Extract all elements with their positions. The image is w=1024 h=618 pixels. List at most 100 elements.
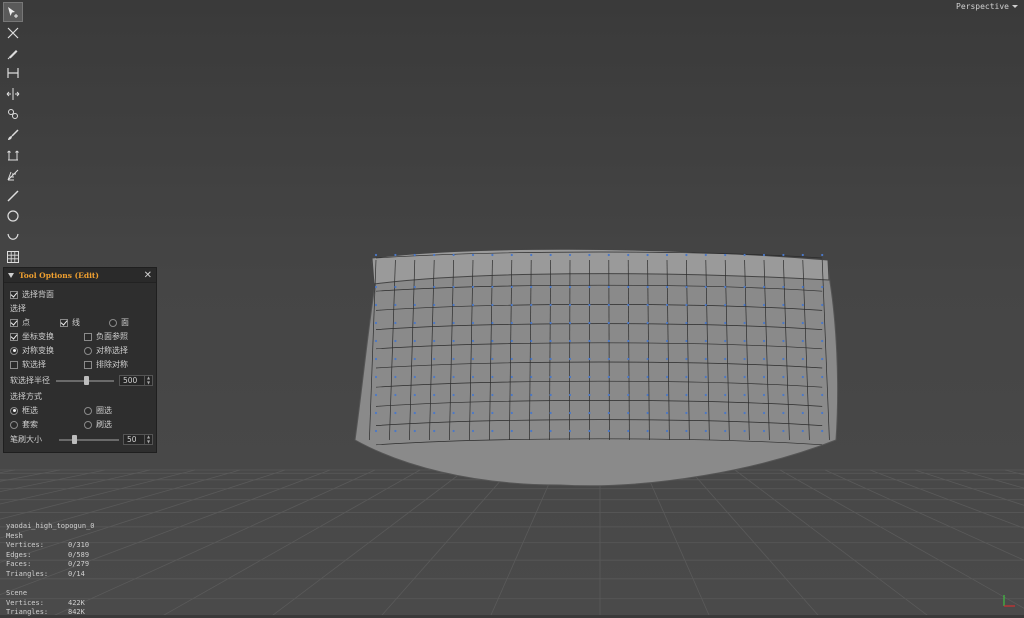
mesh-vertex	[374, 285, 378, 289]
panel-title: Tool Options (Edit)	[19, 270, 99, 280]
soft-select-checkbox[interactable]	[10, 360, 18, 369]
mesh-vertex	[413, 285, 416, 289]
mesh-vertex	[491, 303, 494, 307]
mesh-vertex	[762, 357, 766, 361]
line-label: 线	[72, 318, 80, 327]
lasso-select-radio[interactable]	[84, 406, 92, 415]
extrude-icon	[7, 150, 19, 161]
mesh-vertex	[762, 303, 766, 307]
select-tool-button[interactable]	[3, 2, 23, 23]
brush-size-input[interactable]: 50 ▲ ▼	[123, 434, 153, 445]
circle-tool-button[interactable]	[3, 206, 23, 226]
symmetric-transform-option[interactable]: 对称变换	[10, 345, 54, 356]
mesh-vertex	[394, 285, 397, 289]
brush-tool-button[interactable]	[3, 124, 23, 144]
collapse-triangle-icon[interactable]	[8, 272, 14, 278]
brush-size-slider[interactable]	[59, 439, 119, 441]
mesh-vertex	[801, 375, 804, 379]
triangles-stat: Triangles: 0/14	[6, 570, 95, 580]
mesh-vertex	[724, 321, 727, 325]
mesh-vertex	[374, 303, 378, 307]
negative-ref-option[interactable]: 负面参照	[84, 331, 128, 342]
symmetric-transform-radio[interactable]	[10, 346, 18, 355]
object-name-text: yaodai_high_topogun_0	[6, 522, 95, 530]
mesh-vertex	[607, 411, 610, 415]
face-radio[interactable]	[109, 318, 117, 327]
soft-radius-row: 软选择半径	[10, 375, 50, 386]
mesh-vertex	[452, 393, 455, 397]
line-checkbox[interactable]	[60, 318, 68, 327]
select-back-checkbox[interactable]	[10, 290, 18, 299]
grid-tool-button[interactable]	[3, 247, 23, 267]
mesh-vertex	[782, 429, 785, 433]
mesh-vertex	[568, 321, 572, 325]
brush-size-slider-thumb[interactable]	[72, 435, 77, 444]
exclude-symmetry-option[interactable]: 排除对称	[84, 359, 128, 370]
mesh-vertex	[646, 285, 649, 289]
mesh-vertex	[665, 429, 669, 433]
mesh-vertex	[762, 411, 766, 415]
extrude-tool-button[interactable]	[3, 145, 23, 165]
mesh-vertex	[452, 321, 455, 325]
mesh-vertex	[549, 411, 552, 415]
coord-transform-checkbox[interactable]	[10, 332, 18, 341]
mesh-vertex	[510, 285, 513, 289]
camera-dropdown[interactable]: Perspective	[956, 2, 1018, 11]
mesh-vertex	[801, 303, 804, 307]
mesh-vertex	[471, 375, 475, 379]
lasso-select-option[interactable]: 圈选	[84, 405, 112, 416]
soft-radius-input[interactable]: 500 ▲ ▼	[119, 375, 153, 386]
mesh-vertex	[568, 357, 572, 361]
exclude-symmetry-checkbox[interactable]	[84, 360, 92, 369]
mesh-vertex	[471, 253, 475, 257]
symmetric-select-radio[interactable]	[84, 346, 92, 355]
draw-tool-button[interactable]	[3, 43, 23, 63]
mesh-vertex	[743, 303, 746, 307]
point-option[interactable]: 点	[10, 317, 30, 328]
mesh-vertex	[627, 285, 630, 289]
mesh-vertex	[685, 321, 688, 325]
soft-radius-value: 500	[123, 376, 138, 385]
point-checkbox[interactable]	[10, 318, 18, 327]
split-tool-button[interactable]	[3, 84, 23, 104]
mesh-vertex	[782, 321, 785, 325]
line-option[interactable]: 线	[60, 317, 80, 328]
loop-tool-button[interactable]	[3, 104, 23, 124]
close-icon[interactable]: ✕	[144, 270, 152, 281]
mesh-vertex	[588, 375, 591, 379]
select-back-option[interactable]: 选择背面	[10, 289, 54, 300]
scene-triangles-value: 842K	[68, 608, 85, 617]
mesh-vertex	[704, 339, 707, 343]
transform-tool-button[interactable]	[3, 22, 23, 42]
mesh-vertex	[821, 321, 824, 325]
curve-tool-button[interactable]	[3, 226, 23, 246]
bridge-tool-button[interactable]	[3, 63, 23, 83]
mesh-vertex	[413, 357, 416, 361]
mesh-vertex	[801, 429, 804, 433]
box-select-radio[interactable]	[10, 406, 18, 415]
tool-options-header[interactable]: Tool Options (Edit) ✕	[4, 268, 156, 283]
set-select-radio[interactable]	[10, 420, 18, 429]
soft-radius-slider-thumb[interactable]	[84, 376, 89, 385]
knife-tool-button[interactable]	[3, 186, 23, 206]
paint-select-radio[interactable]	[84, 420, 92, 429]
set-select-option[interactable]: 套索	[10, 419, 38, 430]
spin-arrows-icon[interactable]: ▲ ▼	[144, 375, 152, 385]
soft-select-option[interactable]: 软选择	[10, 359, 46, 370]
symmetric-select-option[interactable]: 对称选择	[84, 345, 128, 356]
split-arrows-icon	[6, 87, 20, 100]
mesh-model[interactable]	[354, 248, 839, 487]
cone-tool-button[interactable]	[3, 165, 23, 185]
mesh-vertex	[627, 411, 630, 415]
box-select-option[interactable]: 框选	[10, 405, 38, 416]
mesh-vertex	[549, 285, 552, 289]
coord-transform-option[interactable]: 坐标变换	[10, 331, 54, 342]
soft-radius-label: 软选择半径	[10, 376, 50, 385]
spin-arrows-icon[interactable]: ▲ ▼	[144, 434, 152, 444]
mesh-vertex	[433, 253, 436, 257]
mesh-vertex	[801, 411, 804, 415]
negative-ref-checkbox[interactable]	[84, 332, 92, 341]
mesh-vertex	[665, 411, 669, 415]
face-option[interactable]: 面	[109, 317, 129, 328]
paint-select-option[interactable]: 刷选	[84, 419, 112, 430]
